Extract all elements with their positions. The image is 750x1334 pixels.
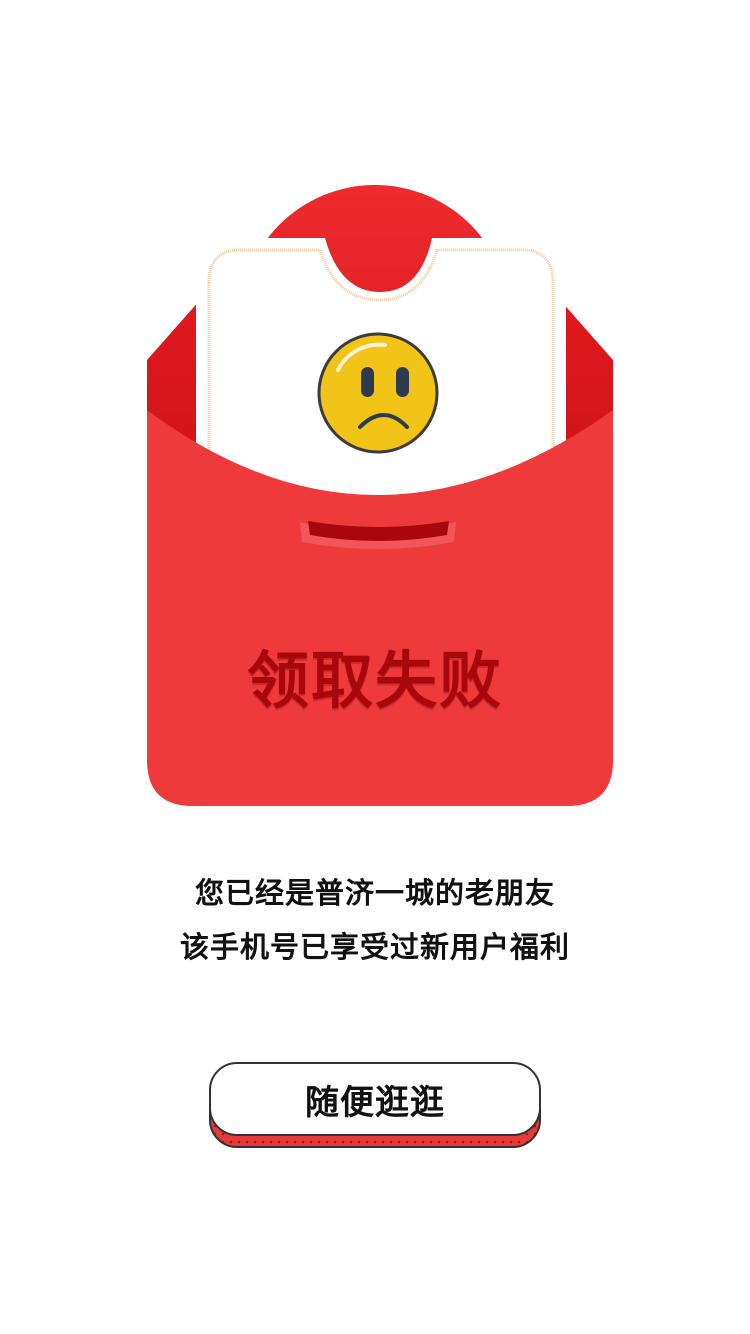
browse-button-container[interactable]: 随便逛逛 <box>209 1062 541 1148</box>
sad-face-icon <box>317 332 439 454</box>
claim-status-text: 领取失败 <box>246 644 503 717</box>
browse-button[interactable]: 随便逛逛 <box>209 1062 541 1136</box>
page: 领取失败 您已经是普济一城的老朋友 该手机号已享受过新用户福利 随便逛逛 <box>0 0 750 1334</box>
old-friend-message: 您已经是普济一城的老朋友 <box>194 876 555 910</box>
benefit-used-message: 该手机号已享受过新用户福利 <box>179 930 570 964</box>
